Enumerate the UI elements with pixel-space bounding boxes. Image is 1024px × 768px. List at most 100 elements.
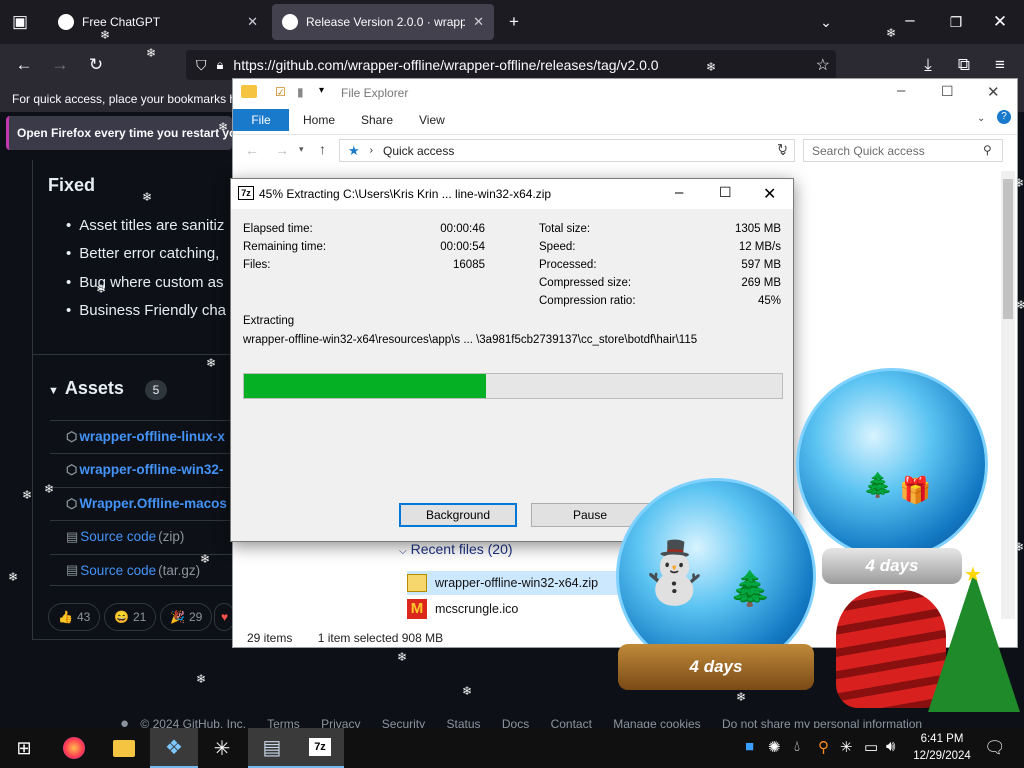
- asset-link[interactable]: ⬡ Wrapper.Offline-macos: [50, 487, 240, 519]
- tray-droplet-icon[interactable]: 💧︎: [794, 738, 800, 755]
- asset-link[interactable]: ▤ Source code (tar.gz): [50, 554, 240, 586]
- menu-icon[interactable]: ≡: [988, 53, 1012, 77]
- address-text[interactable]: Quick access: [383, 144, 454, 158]
- url-text[interactable]: https://github.com/wrapper-offline/wrapp…: [233, 57, 658, 73]
- scrollbar-thumb[interactable]: [1003, 179, 1013, 319]
- firefox-view-icon[interactable]: ▣: [8, 10, 32, 34]
- search-icon[interactable]: ⚲: [983, 143, 992, 157]
- smile-icon: 😄: [114, 610, 129, 624]
- taskbar-7zip[interactable]: 7z: [296, 728, 344, 768]
- tray-search-icon[interactable]: ⚲: [818, 738, 829, 756]
- snowflake-icon: ❄: [1016, 298, 1024, 312]
- maximize-icon[interactable]: ☐: [719, 184, 732, 201]
- firefox-default-notification[interactable]: Open Firefox every time you restart yo: [6, 116, 232, 150]
- new-tab-button[interactable]: +: [502, 10, 526, 34]
- network-icon[interactable]: ▭: [864, 738, 878, 756]
- processed-label: Processed:: [539, 259, 597, 271]
- qat-dropdown-icon[interactable]: ▾: [319, 85, 324, 96]
- reaction-thumbs-up[interactable]: 👍 43: [48, 603, 101, 631]
- bookmark-star-icon[interactable]: ☆: [816, 55, 830, 75]
- close-icon[interactable]: ✕: [763, 184, 776, 204]
- tab-release[interactable]: Release Version 2.0.0 · wrapper- ✕: [272, 4, 494, 40]
- reaction-smile[interactable]: 😄 21: [104, 603, 157, 631]
- lock-icon[interactable]: 🔒︎: [217, 57, 224, 73]
- asset-name[interactable]: wrapper-offline-win32-: [79, 462, 223, 477]
- asset-name[interactable]: Source code: [80, 563, 156, 578]
- recent-file-item[interactable]: M mcscrungle.ico: [407, 597, 647, 621]
- properties-icon[interactable]: ☑: [275, 85, 286, 99]
- assets-toggle[interactable]: ▼ Assets: [48, 378, 124, 399]
- recent-locations-icon[interactable]: ▾: [299, 144, 304, 155]
- close-tab-icon[interactable]: ✕: [247, 14, 258, 30]
- maximize-icon[interactable]: ☐: [941, 83, 954, 100]
- reaction-count: 29: [188, 610, 203, 624]
- snowflake-icon: ❄: [146, 46, 157, 60]
- asset-name[interactable]: wrapper-offline-linux-x: [79, 429, 225, 444]
- address-bar[interactable]: ★ › Quick access ⌄: [339, 139, 795, 162]
- assets-count-badge: 5: [145, 380, 167, 400]
- downloads-icon[interactable]: ⤓: [916, 53, 940, 77]
- snowflake-icon: ❄: [886, 26, 897, 40]
- minimize-icon[interactable]: –: [898, 8, 922, 32]
- taskbar-app-image[interactable]: ▤: [248, 728, 296, 768]
- clock-time: 6:41 PM: [920, 733, 964, 745]
- tray-app-icon[interactable]: ■: [745, 738, 754, 755]
- back-icon[interactable]: ←: [12, 53, 36, 77]
- refresh-icon[interactable]: ↻: [777, 141, 788, 157]
- forward-icon[interactable]: →: [48, 53, 72, 77]
- ribbon-expand-icon[interactable]: ⌄: [977, 113, 985, 124]
- taskbar-clock[interactable]: 6:41 PM 12/29/2024: [910, 731, 974, 765]
- restore-icon[interactable]: ❐: [944, 10, 968, 34]
- reaction-tada[interactable]: 🎉 29: [160, 603, 213, 631]
- progress-fill: [244, 374, 487, 398]
- start-button[interactable]: ⊞: [0, 728, 48, 768]
- forward-icon[interactable]: →: [275, 142, 289, 158]
- file-zip-icon: ▤: [66, 528, 79, 544]
- reload-icon[interactable]: ↻: [84, 53, 108, 77]
- up-icon[interactable]: ↑: [319, 141, 326, 157]
- back-icon[interactable]: ←: [245, 142, 259, 158]
- snowflake-icon: ❄: [462, 684, 473, 698]
- asset-name[interactable]: Source code: [80, 529, 156, 544]
- tab-free-chatgpt[interactable]: Free ChatGPT ✕: [48, 4, 268, 40]
- help-icon[interactable]: ?: [997, 110, 1011, 124]
- reaction-heart[interactable]: ♥: [214, 603, 234, 631]
- compression-ratio-value: 45%: [757, 295, 781, 307]
- volume-icon[interactable]: 🔊︎: [886, 738, 895, 755]
- compressed-size-label: Compressed size:: [539, 277, 632, 289]
- asset-link[interactable]: ⬡ wrapper-offline-linux-x: [50, 420, 240, 452]
- ribbon-tab-view[interactable]: View: [409, 109, 455, 131]
- taskbar-firefox[interactable]: [50, 728, 98, 768]
- tray-app-icon[interactable]: ✺: [768, 738, 781, 756]
- asset-link[interactable]: ⬡ wrapper-offline-win32-: [50, 453, 240, 485]
- minimize-icon[interactable]: –: [897, 82, 905, 99]
- background-button[interactable]: Background: [399, 503, 517, 527]
- taskbar-file-explorer[interactable]: [100, 728, 148, 768]
- image-app-icon: ▤: [262, 736, 282, 759]
- file-name: mcscrungle.ico: [435, 602, 519, 616]
- close-tab-icon[interactable]: ✕: [473, 14, 484, 30]
- extensions-icon[interactable]: ⧉: [952, 53, 976, 77]
- asset-link[interactable]: ▤ Source code (zip): [50, 520, 240, 552]
- recent-files-header[interactable]: ⌵ Recent files (20): [399, 541, 513, 557]
- close-window-icon[interactable]: ✕: [988, 10, 1012, 34]
- url-bar[interactable]: ⛉ 🔒︎ https://github.com/wrapper-offline/…: [186, 50, 836, 80]
- shield-icon[interactable]: ⛉: [196, 57, 207, 74]
- ribbon-tab-file[interactable]: File: [233, 109, 289, 131]
- snowflake-icon: ❄: [200, 552, 211, 566]
- tray-asterisk-icon[interactable]: ✳: [840, 738, 853, 756]
- new-folder-icon[interactable]: ▮: [297, 85, 304, 99]
- explorer-scrollbar[interactable]: [1001, 171, 1015, 619]
- recent-file-item[interactable]: wrapper-offline-win32-x64.zip: [407, 571, 647, 595]
- taskbar-app-star[interactable]: ✳: [198, 728, 246, 768]
- close-icon[interactable]: ✕: [987, 83, 1000, 101]
- action-center-icon[interactable]: 🗨︎: [984, 738, 1006, 758]
- asset-name[interactable]: Wrapper.Offline-macos: [79, 496, 227, 511]
- list-tabs-icon[interactable]: ⌄: [814, 10, 838, 34]
- taskbar-app-gear[interactable]: ❖: [150, 728, 198, 768]
- ribbon-tab-home[interactable]: Home: [293, 109, 345, 131]
- ribbon-tab-share[interactable]: Share: [351, 109, 403, 131]
- fixed-item: Bug where custom as: [66, 274, 223, 291]
- minimize-icon[interactable]: –: [675, 184, 683, 201]
- search-input[interactable]: Search Quick access: [803, 139, 1003, 162]
